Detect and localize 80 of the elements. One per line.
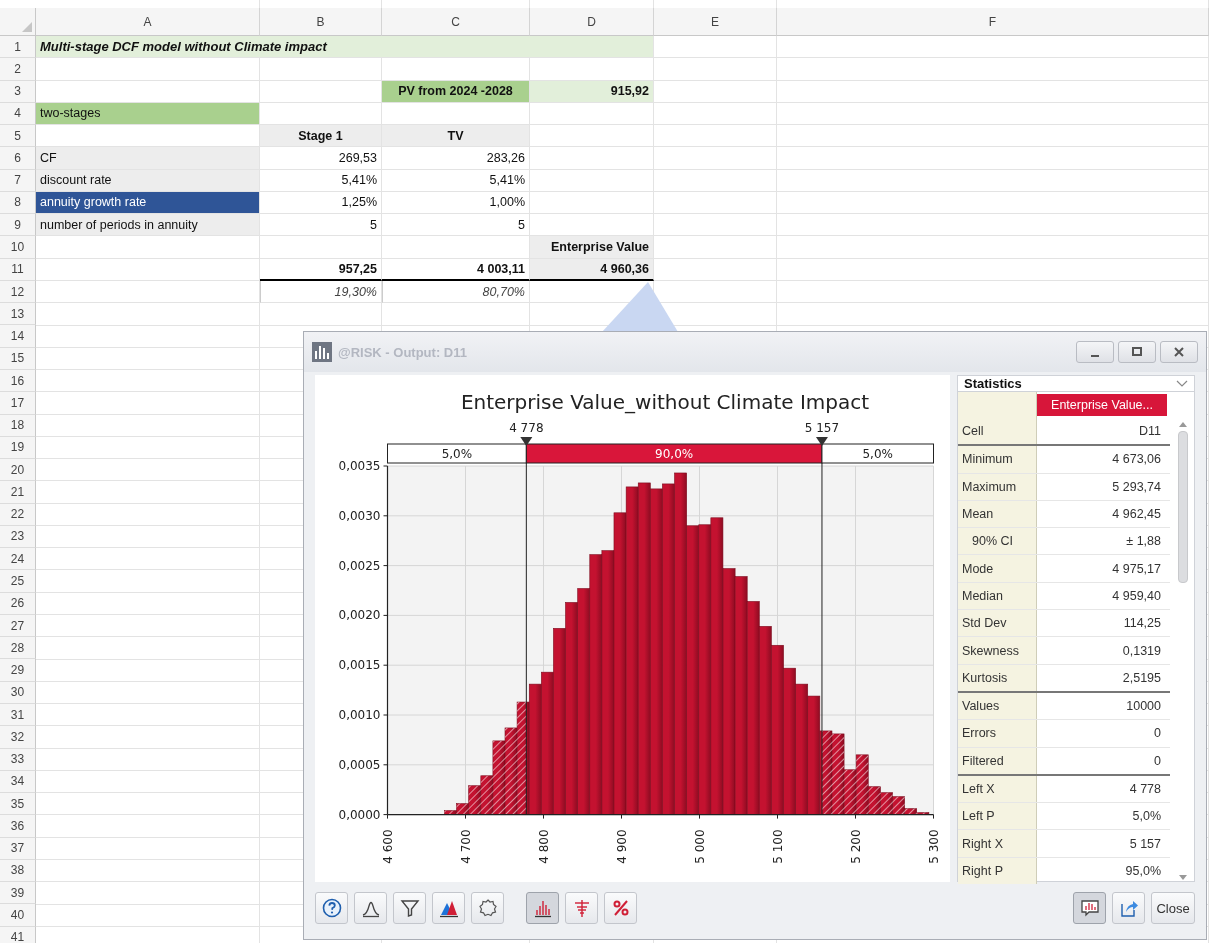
axis-tick-label: 4 700 [458,829,473,864]
axis-tick-label: 5 000 [692,829,707,864]
column-header: Enterprise Value [530,236,654,259]
axis-tick-label: 5 100 [770,829,785,864]
statistic-label: Median [958,582,1037,610]
table-cell: 5,41% [382,169,530,192]
table-cell: 1,25% [260,191,382,215]
statistic-label: Filtered [958,747,1037,774]
delimiter-value: 5 157 [804,421,840,435]
statistic-label: Std Dev [958,610,1037,637]
statistic-value: 0 [1153,752,1162,770]
statistic-label: Values [958,692,1037,720]
statistic-label: Errors [958,720,1037,747]
table-cell: 269,53 [260,147,382,170]
statistic-value: 4 673,06 [1111,451,1162,469]
statistic-label: Cell [958,418,1037,445]
statistic-value: 4 778 [1128,781,1162,798]
axis-tick-label: 5 300 [926,829,941,864]
statistic-value: 114,25 [1122,615,1162,633]
statistic-value: 0,1319 [1121,642,1162,660]
axis-tick-label: 5 200 [848,829,863,864]
statistic-value: 0 [1153,725,1162,743]
table-cell: 283,26 [382,147,530,170]
column-header: TV [382,125,530,148]
statistic-value: 4 975,17 [1111,560,1162,578]
statistic-value: 4 962,45 [1111,506,1162,524]
table-cell: 5,41% [260,169,382,192]
axis-tick-label: 0,0030 [338,508,381,523]
delimiter-value: 4 778 [509,421,544,435]
row-label: number of periods in annuity [36,214,260,237]
statistic-value: 5,0% [1131,808,1162,826]
statistic-label: Maximum [958,473,1037,500]
statistic-label: Mode [958,555,1037,582]
row-label: discount rate [36,169,260,192]
axis-tick-label: 0,0000 [338,807,381,822]
table-cell: 4 960,36 [530,258,654,281]
statistic-value: 95,0% [1124,862,1162,880]
statistic-label: Left X [958,775,1037,803]
axis-tick-label: 0,0035 [338,459,381,473]
row-label: CF [36,147,260,170]
probability-label: 90,0% [655,447,694,461]
statistic-label: Right P [958,857,1037,885]
statistic-value: 10000 [1125,698,1162,716]
table-cell: 5 [260,214,382,237]
table-cell: 957,25 [260,258,382,281]
statistic-value: 5 157 [1128,835,1162,853]
table-cell: PV from 2024 -2028 [382,80,530,103]
sheet-title: Multi-stage DCF model without Climate impact [36,36,654,59]
statistic-label: Right X [958,830,1037,857]
chart-title: Enterprise Value_without Climate Impact [460,390,870,414]
statistic-label: Minimum [958,446,1037,473]
column-header: Enterprise Value... [1037,394,1167,416]
statistic-value: D11 [1138,423,1162,441]
statistic-label: Skewness [958,637,1037,664]
axis-tick-label: 0,0010 [338,708,381,722]
statistic-value: ± 1,88 [1125,533,1162,551]
axis-tick-label: 0,0020 [338,608,381,623]
statistic-label: 90% CI [958,528,1037,555]
panel-title: Statistics [964,376,1022,391]
table-cell: 5 [382,214,530,237]
table-cell: 1,00% [382,191,530,215]
row-label: annuity growth rate [36,191,260,215]
column-header: Stage 1 [260,125,382,148]
axis-tick-label: 4 800 [536,829,551,864]
axis-tick-label: 4 600 [380,829,395,864]
probability-label: 5,0% [862,447,893,461]
window-title: @RISK - Output: D11 [338,344,467,360]
table-cell: two-stages [36,102,260,126]
axis-tick-label: 4 900 [614,829,629,864]
statistic-label: Kurtosis [958,664,1037,691]
statistic-label: Mean [958,500,1037,528]
axis-tick-label: 0,0025 [338,558,381,573]
axis-tick-label: 0,0005 [338,757,381,772]
statistic-value: 4 959,40 [1111,587,1162,605]
statistic-value: 5 293,74 [1111,478,1162,496]
statistic-label: Left P [958,803,1037,830]
statistic-value: 2,5195 [1121,669,1162,687]
probability-label: 5,0% [441,447,473,461]
table-cell: 915,92 [530,80,654,103]
axis-tick-label: 0,0015 [338,658,381,673]
